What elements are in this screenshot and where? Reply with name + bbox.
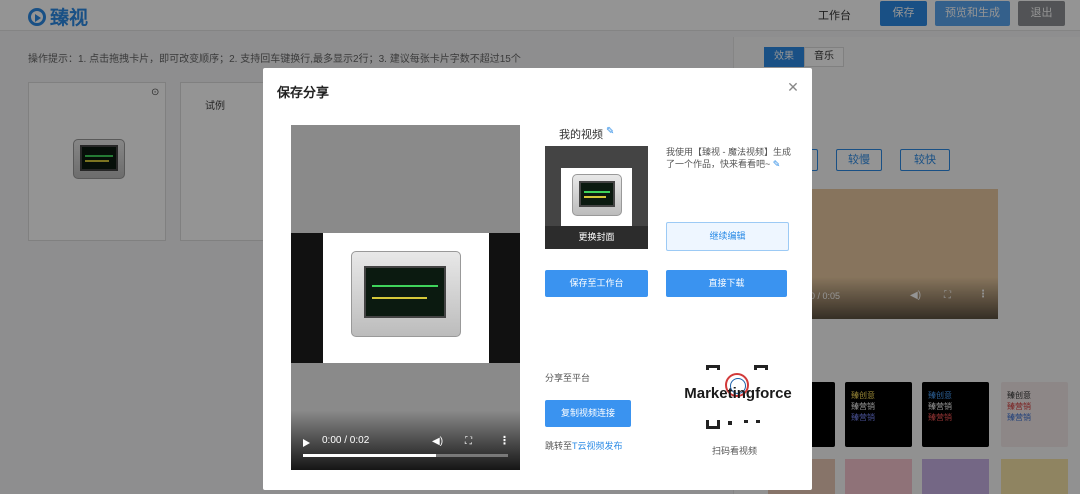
fullscreen-icon[interactable]: ⛶	[465, 436, 472, 447]
video-progress-bar[interactable]	[303, 454, 508, 457]
video-time: 0:00 / 0:02	[322, 435, 370, 446]
copy-video-link-button[interactable]: 复制视频连接	[545, 400, 631, 427]
cover-monitor-image	[572, 174, 622, 216]
save-to-workbench-button[interactable]: 保存至工作台	[545, 270, 648, 297]
video-player[interactable]: 0:00 / 0:02 ◀) ⛶ ⋮	[291, 125, 520, 470]
marketingforce-watermark: Marketingforce	[675, 370, 801, 420]
direct-download-button[interactable]: 直接下载	[666, 270, 787, 297]
my-video-label: 我的视频	[559, 129, 603, 141]
watermark-text: Marketingforce	[684, 385, 792, 402]
scan-to-watch-label: 扫码看视频	[712, 446, 758, 456]
edit-title-pencil-icon[interactable]: ✎	[606, 126, 614, 137]
dialog-title: 保存分享	[277, 85, 330, 100]
volume-icon[interactable]: ◀)	[432, 436, 443, 447]
jump-prefix: 跳转至	[545, 441, 573, 451]
video-progress-fill	[303, 454, 437, 457]
share-description: 我使用【臻视 - 魔法视频】生成了一个作品，快来看看吧~ ✎	[666, 146, 792, 170]
share-platform-label: 分享至平台	[545, 373, 591, 383]
jump-to-text: 跳转至T云视频发布	[545, 439, 623, 452]
continue-edit-button[interactable]: 继续编辑	[666, 222, 789, 251]
play-icon[interactable]	[303, 439, 310, 447]
tcloud-publish-link[interactable]: T云视频发布	[572, 441, 623, 451]
change-cover-button[interactable]: 更换封面	[545, 226, 648, 249]
more-options-icon[interactable]: ⋮	[499, 434, 510, 447]
video-cover-thumbnail: 更换封面	[545, 146, 648, 249]
edit-description-pencil-icon[interactable]: ✎	[773, 159, 781, 169]
save-share-dialog: 保存分享 ✕ 0:00 / 0:02 ◀) ⛶ ⋮ 我的视频 ✎ 更换封面 我使…	[263, 68, 812, 490]
video-frame	[291, 233, 520, 363]
monitor-device-image	[351, 251, 461, 337]
close-icon[interactable]: ✕	[785, 79, 801, 95]
video-controls: 0:00 / 0:02 ◀) ⛶ ⋮	[291, 410, 520, 470]
